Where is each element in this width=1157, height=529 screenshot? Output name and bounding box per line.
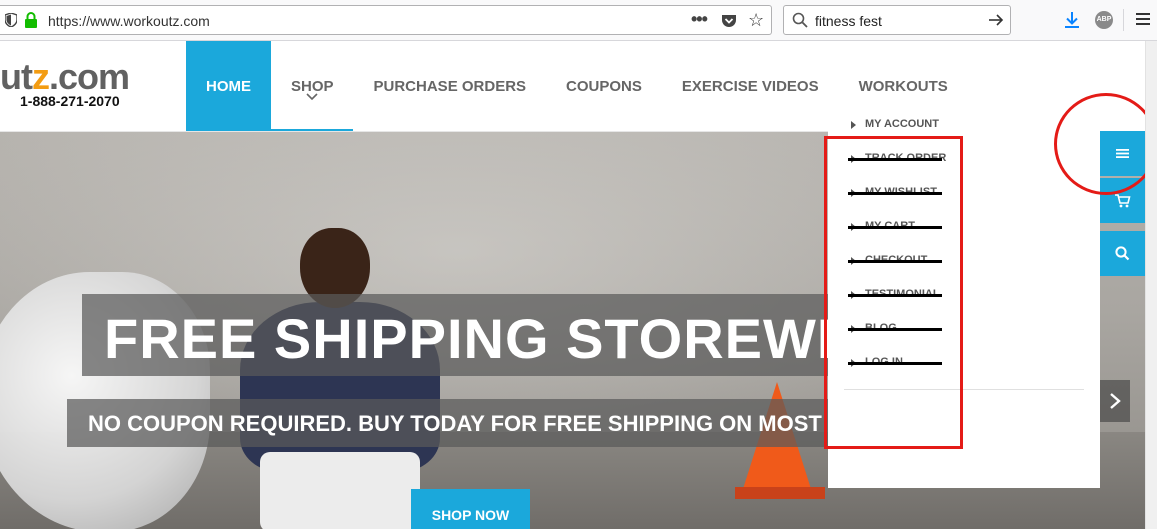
- pocket-icon[interactable]: [721, 13, 737, 29]
- hero-headline-box: FREE SHIPPING STOREWIDE: [82, 294, 912, 376]
- shop-now-button[interactable]: SHOP NOW: [411, 489, 530, 529]
- site-logo[interactable]: utz.com: [0, 59, 130, 95]
- site-search-button[interactable]: [1100, 231, 1145, 276]
- page-scrollbar[interactable]: [1145, 41, 1157, 529]
- annotation-circle: [1054, 93, 1157, 195]
- hero-subline: NO COUPON REQUIRED. BUY TODAY FOR FREE S…: [88, 411, 896, 436]
- tracking-shield-icon[interactable]: [5, 13, 17, 27]
- hero-subline-box: NO COUPON REQUIRED. BUY TODAY FOR FREE S…: [67, 399, 895, 447]
- search-go-arrow-icon[interactable]: [987, 11, 1005, 29]
- browser-toolbar: https://www.workoutz.com ••• ☆ fitness f…: [0, 0, 1157, 41]
- nav-home[interactable]: HOME: [186, 41, 271, 131]
- nav-purchase-orders[interactable]: PURCHASE ORDERS: [354, 41, 547, 131]
- download-icon[interactable]: [1063, 11, 1081, 29]
- bookmark-star-icon[interactable]: ☆: [748, 10, 764, 31]
- search-icon: [792, 12, 808, 28]
- hero-athlete-shorts: [260, 452, 420, 529]
- url-text[interactable]: https://www.workoutz.com: [48, 13, 210, 29]
- nav-coupons[interactable]: COUPONS: [546, 41, 662, 131]
- slider-next-button[interactable]: [1100, 380, 1130, 422]
- adblock-icon[interactable]: ABP: [1095, 11, 1113, 29]
- hero-cone-base: [735, 487, 825, 499]
- nav-shop-label: SHOP: [291, 77, 334, 95]
- page-actions-icon[interactable]: •••: [691, 9, 708, 30]
- chevron-right-icon: [1110, 393, 1121, 409]
- address-bar[interactable]: https://www.workoutz.com ••• ☆: [0, 5, 772, 35]
- nav-shop[interactable]: SHOP: [271, 41, 354, 131]
- chevron-down-icon: [306, 93, 318, 101]
- search-input[interactable]: fitness fest: [815, 13, 882, 29]
- toolbar-divider: [1123, 9, 1124, 31]
- nav-exercise-videos[interactable]: EXERCISE VIDEOS: [662, 41, 839, 131]
- search-icon: [1115, 246, 1130, 261]
- search-bar[interactable]: fitness fest: [783, 5, 1011, 35]
- hamburger-menu-icon[interactable]: [1136, 13, 1150, 27]
- phone-number: 1-888-271-2070: [20, 93, 120, 109]
- annotation-rectangle: [824, 136, 963, 449]
- triangle-right-icon: [851, 121, 856, 129]
- secure-lock-icon[interactable]: [24, 12, 38, 28]
- hero-headline: FREE SHIPPING STOREWIDE: [104, 307, 914, 370]
- menu-item-label: MY ACCOUNT: [865, 118, 939, 130]
